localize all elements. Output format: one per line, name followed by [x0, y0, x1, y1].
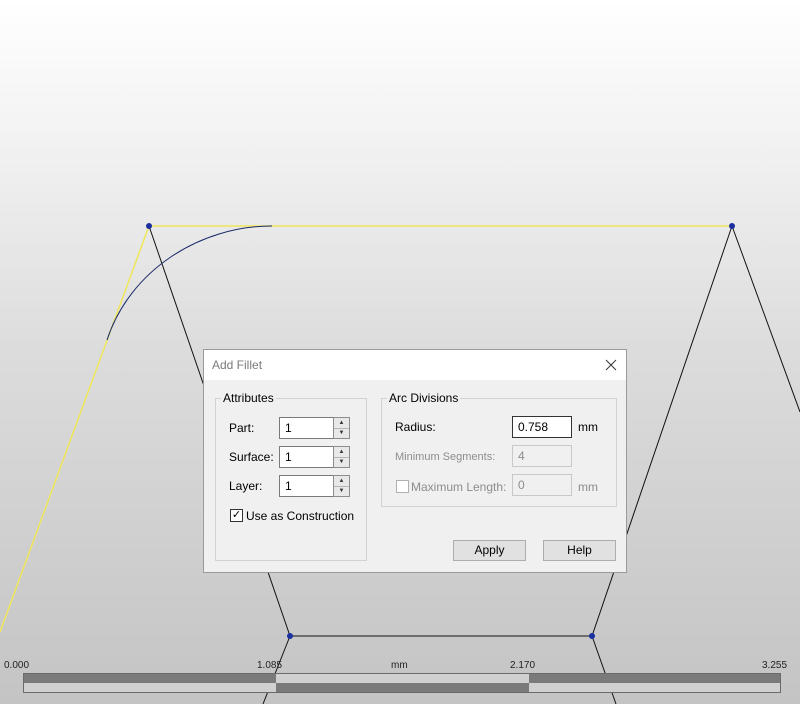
vertex-point[interactable] [729, 223, 735, 229]
vertex-point[interactable] [146, 223, 152, 229]
spin-down-icon[interactable]: ▼ [334, 428, 349, 438]
close-icon [605, 359, 617, 371]
max-length-checkbox[interactable] [396, 480, 409, 493]
part-label: Part: [229, 421, 255, 435]
use-construction-checkbox[interactable]: ✓ [230, 509, 243, 522]
radius-field[interactable]: 0.758 [512, 416, 572, 438]
use-construction-label[interactable]: Use as Construction [246, 509, 354, 523]
part-spinner[interactable]: ▲ ▼ [333, 417, 350, 439]
scale-segment [276, 674, 529, 683]
scale-segment [24, 683, 276, 692]
layer-label: Layer: [229, 479, 263, 493]
surface-label: Surface: [229, 450, 274, 464]
scale-bar [23, 673, 781, 693]
scale-unit: mm [391, 660, 408, 671]
scale-tick-3: 3.255 [762, 660, 788, 671]
surface-field[interactable]: 1 [279, 446, 335, 468]
geometry-edge-lower-right[interactable] [591, 635, 617, 704]
close-button[interactable] [600, 354, 622, 376]
max-length-unit: mm [578, 480, 598, 494]
radius-unit: mm [578, 420, 598, 434]
scale-segment [276, 683, 529, 692]
max-length-field: 0 [512, 474, 572, 496]
spin-down-icon[interactable]: ▼ [334, 457, 349, 467]
scale-segment [529, 674, 780, 683]
fillet-preview-arc [106, 225, 273, 341]
arc-divisions-group-label: Arc Divisions [387, 391, 461, 405]
min-segments-field: 4 [512, 445, 572, 467]
spin-down-icon[interactable]: ▼ [334, 486, 349, 496]
vertex-point[interactable] [589, 633, 595, 639]
vertex-point[interactable] [287, 633, 293, 639]
scale-segment [529, 683, 780, 692]
attributes-group-label: Attributes [221, 391, 276, 405]
max-length-label[interactable]: Maximum Length: [411, 480, 506, 494]
min-segments-label: Minimum Segments: [395, 451, 496, 463]
part-field[interactable]: 1 [279, 417, 335, 439]
dialog-titlebar[interactable]: Add Fillet [204, 350, 626, 380]
scale-tick-0: 0.000 [4, 660, 30, 671]
help-button[interactable]: Help [543, 540, 616, 561]
scale-tick-1: 1.085 [257, 660, 283, 671]
surface-spinner[interactable]: ▲ ▼ [333, 446, 350, 468]
dialog-title: Add Fillet [212, 358, 263, 372]
layer-spinner[interactable]: ▲ ▼ [333, 475, 350, 497]
layer-field[interactable]: 1 [279, 475, 335, 497]
scale-tick-2: 2.170 [510, 660, 536, 671]
add-fillet-dialog: Add Fillet Attributes Part: 1 ▲ ▼ Surfac… [203, 349, 627, 573]
radius-label: Radius: [395, 420, 436, 434]
apply-button[interactable]: Apply [453, 540, 526, 561]
scale-segment [24, 674, 276, 683]
check-icon: ✓ [231, 509, 242, 521]
geometry-edge-far-right[interactable] [731, 225, 800, 413]
